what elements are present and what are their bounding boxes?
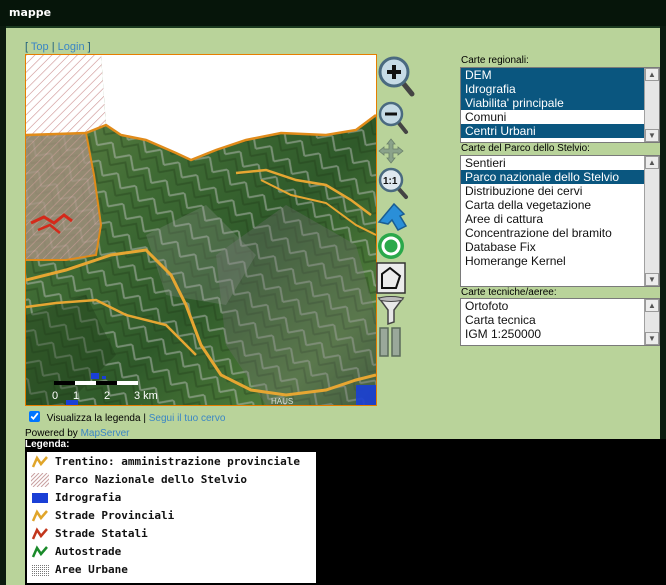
legend-symbol-icon xyxy=(32,493,48,503)
polygon-select-icon xyxy=(376,262,406,294)
legend-item-label: Aree Urbane xyxy=(55,563,128,576)
scale-label-3: 3 km xyxy=(134,390,158,402)
filter-icon xyxy=(377,296,405,326)
legend-symbol-icon xyxy=(31,545,48,558)
legend-panel: Legenda: Trentino: amministrazione provi… xyxy=(25,439,666,585)
carte-tecniche-list[interactable]: Ortofoto Carta tecnica IGM 1:250000 ▲ ▼ xyxy=(460,298,660,346)
legend-title: Legenda: xyxy=(25,439,70,450)
carte-regionali-label: Carte regionali: xyxy=(461,55,529,66)
legend-symbol-icon xyxy=(32,565,49,576)
carte-parco-list[interactable]: Sentieri Parco nazionale dello Stelvio Dis… xyxy=(460,155,660,287)
list-option[interactable]: Parco nazionale dello Stelvio xyxy=(461,170,644,184)
map-canvas[interactable]: 0 1 2 3 km HAUS xyxy=(26,55,376,405)
window-title: mappe xyxy=(9,6,52,19)
legend-item-label: Parco Nazionale dello Stelvio xyxy=(55,473,248,486)
list-option[interactable]: IGM 1:250000 xyxy=(461,327,644,341)
refresh-icon xyxy=(378,233,404,259)
refresh-button[interactable] xyxy=(376,230,416,266)
login-link[interactable]: Login xyxy=(58,41,85,53)
list-option[interactable]: Carta della vegetazione xyxy=(461,198,644,212)
zoom-out-icon xyxy=(378,101,408,134)
list-option[interactable]: Comuni xyxy=(461,110,644,124)
list-option[interactable]: Concentrazione del bramito xyxy=(461,226,644,240)
legend-symbol-icon xyxy=(31,509,48,522)
carte-regionali-scrollbar[interactable]: ▲ ▼ xyxy=(644,68,659,142)
powered-by: Powered by MapServer xyxy=(25,428,130,439)
top-link[interactable]: Top xyxy=(31,41,49,53)
legend-item-label: Strade Statali xyxy=(55,527,148,540)
carte-regionali-list[interactable]: DEM Idrografia Viabilita' principale Comuni… xyxy=(460,67,660,143)
show-legend-label: Visualizza la legenda xyxy=(46,413,141,424)
arrow-icon xyxy=(377,202,408,231)
scroll-down-icon[interactable]: ▼ xyxy=(645,332,659,345)
list-option[interactable]: Carta tecnica xyxy=(461,313,644,327)
list-option[interactable]: Database Fix xyxy=(461,240,644,254)
zoom-in-icon xyxy=(378,56,415,97)
legend-options: Visualizza la legenda | Segui il tuo cer… xyxy=(29,411,225,424)
legend-list: Trentino: amministrazione provinciale Par… xyxy=(27,452,316,583)
scale-label-0: 0 xyxy=(52,390,58,402)
legend-symbol-icon xyxy=(31,455,48,468)
list-option[interactable]: Sentieri xyxy=(461,156,644,170)
map-watermark: HAUS xyxy=(271,397,293,405)
legend-item-label: Idrografia xyxy=(55,491,122,504)
pause-button[interactable] xyxy=(376,326,416,362)
zoom-1-1-button[interactable]: 1:1 xyxy=(376,166,416,202)
left-frame-edge xyxy=(0,26,6,585)
window-titlebar: mappe xyxy=(0,0,666,28)
list-option[interactable]: Aree di cattura xyxy=(461,212,644,226)
map-view[interactable]: 0 1 2 3 km HAUS xyxy=(25,54,377,406)
scroll-down-icon[interactable]: ▼ xyxy=(645,129,659,142)
list-option[interactable]: Distribuzione dei cervi xyxy=(461,184,644,198)
show-legend-checkbox[interactable] xyxy=(29,411,40,422)
carte-tecniche-label: Carte tecniche/aeree: xyxy=(461,287,557,298)
polygon-select-button[interactable] xyxy=(376,262,416,298)
list-option[interactable]: DEM xyxy=(461,68,644,82)
mapserver-link[interactable]: MapServer xyxy=(81,428,130,439)
zoom-out-button[interactable] xyxy=(376,100,416,136)
options-separator: | xyxy=(143,413,146,424)
pause-icon xyxy=(379,327,401,357)
list-option[interactable]: Viabilita' principale xyxy=(461,96,644,110)
scroll-down-icon[interactable]: ▼ xyxy=(645,273,659,286)
zoom-in-button[interactable] xyxy=(376,54,416,97)
bracket-close: ] xyxy=(87,41,91,53)
svg-text:1:1: 1:1 xyxy=(383,176,398,187)
bracket-open: [ xyxy=(25,41,29,53)
legend-item-label: Trentino: amministrazione provinciale xyxy=(55,455,301,468)
list-option[interactable]: Ortofoto xyxy=(461,299,644,313)
list-option[interactable]: Homerange Kernel xyxy=(461,254,644,268)
follow-deer-link[interactable]: Segui il tuo cervo xyxy=(149,413,226,424)
scroll-up-icon[interactable]: ▲ xyxy=(645,156,659,169)
carte-parco-label: Carte del Parco dello Stelvio: xyxy=(461,143,590,154)
carte-parco-scrollbar[interactable]: ▲ ▼ xyxy=(644,156,659,286)
list-option[interactable]: Idrografia xyxy=(461,82,644,96)
link-separator: | xyxy=(51,41,55,53)
scale-label-2: 2 xyxy=(104,390,110,402)
legend-symbol-icon xyxy=(31,527,48,540)
legend-symbol-icon xyxy=(31,473,49,487)
list-option[interactable]: Centri Urbani xyxy=(461,124,644,138)
pan-icon xyxy=(378,138,404,164)
legend-item-label: Strade Provinciali xyxy=(55,509,175,522)
zoom-1-1-icon: 1:1 xyxy=(378,167,408,199)
carte-tecniche-scrollbar[interactable]: ▲ ▼ xyxy=(644,299,659,345)
scroll-up-icon[interactable]: ▲ xyxy=(645,299,659,312)
scale-label-1: 1 xyxy=(73,390,79,402)
top-links: [ Top | Login ] xyxy=(25,41,91,53)
powered-by-label: Powered by xyxy=(25,428,78,439)
legend-item-label: Autostrade xyxy=(55,545,122,558)
scroll-up-icon[interactable]: ▲ xyxy=(645,68,659,81)
